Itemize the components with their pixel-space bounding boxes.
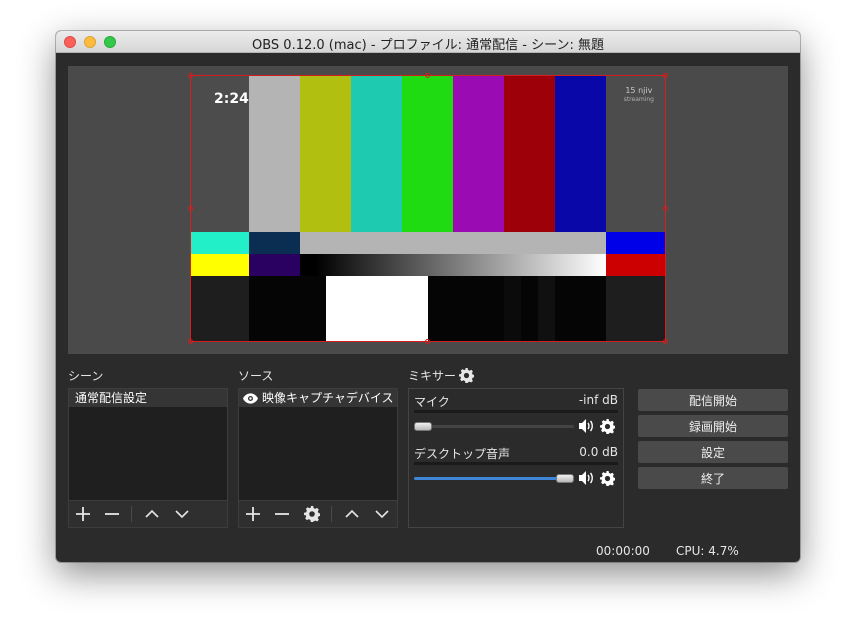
start-streaming-button[interactable]: 配信開始 bbox=[638, 389, 788, 411]
desktop-volume-fill bbox=[414, 477, 565, 480]
minus-icon[interactable] bbox=[101, 504, 123, 524]
speaker-icon[interactable] bbox=[579, 470, 595, 486]
gear-icon[interactable] bbox=[301, 504, 323, 524]
desktop-channel-name: デスクトップ音声 bbox=[414, 447, 511, 461]
desktop-volume-knob[interactable] bbox=[556, 474, 574, 483]
mixer-panel: マイク -inf dB デスクトップ音声 0.0 dB bbox=[408, 388, 624, 528]
cpu-usage: CPU: 4.7% bbox=[676, 544, 739, 558]
title-bar: OBS 0.12.0 (mac) - プロファイル: 通常配信 - シーン: 無… bbox=[56, 31, 800, 53]
resize-handle-r[interactable] bbox=[663, 206, 668, 211]
chevron-up-icon[interactable] bbox=[141, 504, 163, 524]
resize-handle-br[interactable] bbox=[663, 339, 668, 344]
toolbar-divider bbox=[331, 506, 332, 522]
mixer-header: ミキサー bbox=[408, 367, 475, 384]
scenes-toolbar bbox=[69, 500, 227, 527]
resize-handle-b[interactable] bbox=[425, 339, 430, 344]
plus-icon[interactable] bbox=[242, 504, 264, 524]
gear-icon[interactable] bbox=[459, 368, 475, 383]
stream-time: 00:00:00 bbox=[596, 544, 650, 558]
resize-handle-t[interactable] bbox=[425, 73, 430, 78]
resize-handle-tr[interactable] bbox=[663, 73, 668, 78]
scene-item[interactable]: 通常配信設定 bbox=[69, 389, 227, 407]
sources-toolbar bbox=[239, 500, 397, 527]
source-item-label: 映像キャプチャデバイス bbox=[262, 391, 394, 405]
desktop-level-meter bbox=[414, 462, 618, 465]
mic-volume-knob[interactable] bbox=[414, 422, 432, 431]
window-title: OBS 0.12.0 (mac) - プロファイル: 通常配信 - シーン: 無… bbox=[252, 38, 604, 53]
mic-volume-slider[interactable] bbox=[414, 422, 574, 431]
scenes-label: シーン bbox=[68, 369, 104, 383]
resize-handle-tl[interactable] bbox=[188, 73, 193, 78]
resize-handle-bl[interactable] bbox=[188, 339, 193, 344]
speaker-icon[interactable] bbox=[579, 418, 595, 434]
settings-button[interactable]: 設定 bbox=[638, 441, 788, 463]
eye-icon[interactable] bbox=[243, 392, 258, 404]
gear-icon[interactable] bbox=[599, 418, 615, 434]
exit-button[interactable]: 終了 bbox=[638, 467, 788, 489]
gear-icon[interactable] bbox=[599, 470, 615, 486]
minus-icon[interactable] bbox=[271, 504, 293, 524]
toolbar-divider bbox=[131, 506, 132, 522]
desktop-channel-db: 0.0 dB bbox=[579, 445, 618, 459]
chevron-down-icon[interactable] bbox=[371, 504, 393, 524]
start-recording-button[interactable]: 録画開始 bbox=[638, 415, 788, 437]
resize-handle-l[interactable] bbox=[188, 206, 193, 211]
obs-window: OBS 0.12.0 (mac) - プロファイル: 通常配信 - シーン: 無… bbox=[56, 31, 800, 562]
chevron-up-icon[interactable] bbox=[341, 504, 363, 524]
mixer-label: ミキサー bbox=[408, 369, 457, 383]
source-item[interactable]: 映像キャプチャデバイス bbox=[239, 389, 397, 407]
sources-panel: 映像キャプチャデバイス bbox=[238, 388, 398, 528]
preview-area[interactable]: 2:24 15 njiv streaming bbox=[68, 66, 788, 354]
mic-level-meter bbox=[414, 410, 618, 413]
desktop-volume-slider[interactable] bbox=[414, 474, 574, 483]
source-selection-box[interactable] bbox=[190, 75, 666, 342]
scenes-panel: 通常配信設定 bbox=[68, 388, 228, 528]
plus-icon[interactable] bbox=[72, 504, 94, 524]
chevron-down-icon[interactable] bbox=[171, 504, 193, 524]
mic-channel-db: -inf dB bbox=[578, 393, 618, 407]
sources-label: ソース bbox=[238, 369, 274, 383]
mic-channel-name: マイク bbox=[414, 395, 450, 409]
